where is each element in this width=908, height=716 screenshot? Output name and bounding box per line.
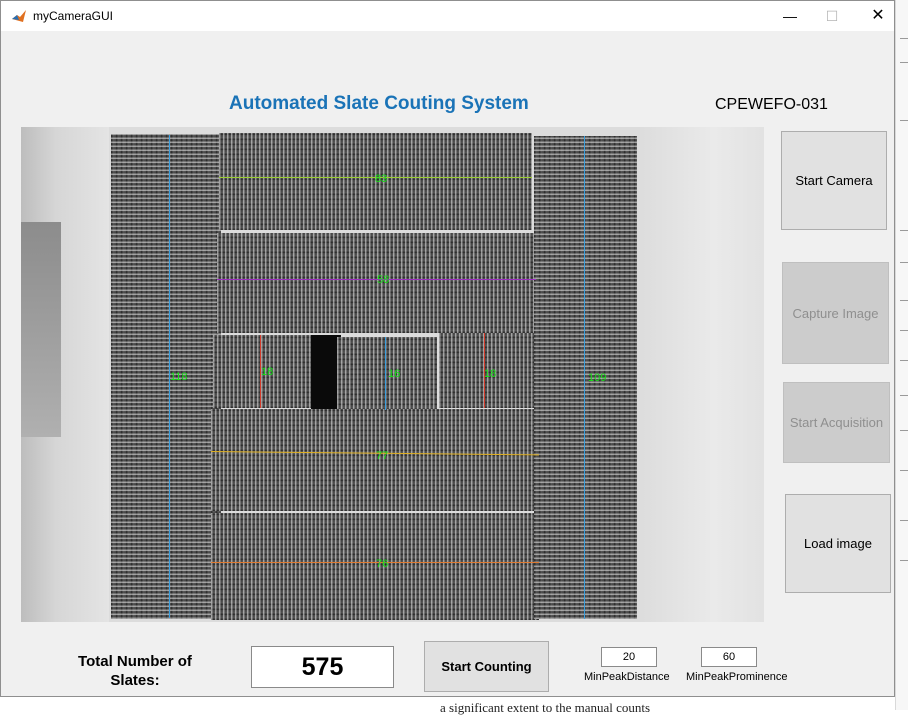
count-label-middle-center: 16 (388, 368, 401, 380)
matlab-icon (12, 10, 26, 22)
total-slates-label: Total Number of Slates: (78, 653, 192, 686)
slate-block-left-column (111, 134, 221, 619)
start-camera-button[interactable]: Start Camera (781, 131, 887, 230)
code-label: CPEWEFO-031 (715, 96, 828, 113)
slate-block-middle-center (337, 337, 437, 410)
image-bracket (21, 222, 61, 437)
window-title: myCameraGUI (33, 9, 114, 23)
capture-image-button[interactable]: Capture Image (782, 262, 889, 364)
min-peak-prominence-input[interactable]: 60 (701, 647, 757, 667)
start-acquisition-button[interactable]: Start Acquisition (783, 382, 890, 463)
min-peak-distance-input[interactable]: 20 (601, 647, 657, 667)
slate-image-axes: 83 58 118 18 16 18 109 77 76 (21, 127, 764, 622)
count-label-top: 83 (375, 173, 388, 185)
count-label-bottom: 76 (376, 558, 389, 570)
count-label-middle-right: 18 (484, 368, 497, 380)
count-label-right-column: 109 (588, 372, 607, 384)
count-label-fourth: 77 (376, 450, 389, 462)
min-peak-prominence-label: MinPeakProminence (686, 671, 788, 683)
start-counting-button[interactable]: Start Counting (424, 641, 549, 692)
count-label-left-column: 118 (170, 371, 188, 383)
count-label-second: 58 (377, 274, 390, 286)
slate-block-bottom (211, 513, 539, 620)
total-slates-value: 575 (251, 646, 394, 688)
image-wall-right (637, 127, 764, 622)
maximize-button[interactable]: ☐ (809, 1, 855, 31)
min-peak-distance-label: MinPeakDistance (584, 671, 670, 683)
count-line-bottom (211, 562, 539, 563)
background-document (895, 0, 908, 710)
load-image-button[interactable]: Load image (785, 494, 891, 593)
slate-block-fourth (211, 409, 539, 511)
slate-block-right-column (534, 136, 637, 619)
count-line-middle-center (385, 337, 386, 410)
count-label-middle-left: 18 (261, 366, 274, 378)
close-button[interactable]: ✕ (855, 1, 901, 31)
minimize-button[interactable]: — (767, 1, 813, 31)
count-line-right-column (584, 136, 585, 619)
background-document-text: a significant extent to the manual count… (440, 700, 651, 715)
title-bar[interactable]: myCameraGUI — ☐ ✕ (1, 1, 894, 31)
app-title: Automated Slate Couting System (229, 93, 529, 114)
